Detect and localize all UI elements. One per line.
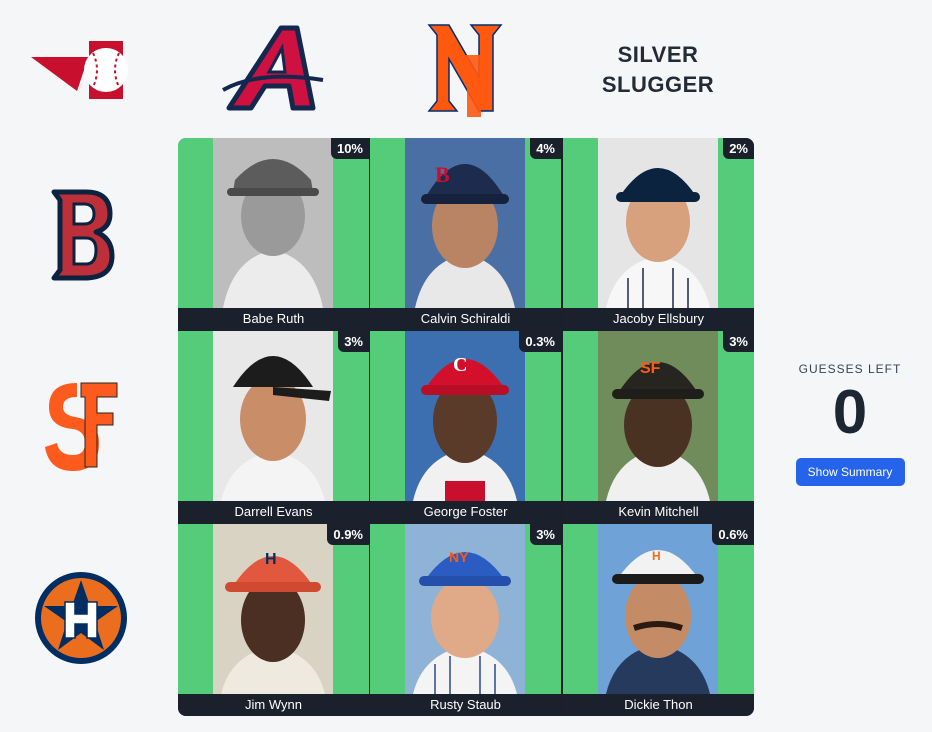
player-photo <box>213 138 333 308</box>
giants-sf-logo-icon <box>45 382 118 471</box>
guesses-panel: GUESSES LEFT 0 Show Summary <box>790 362 910 486</box>
rarity-badge: 3% <box>723 331 754 352</box>
rarity-badge: 2% <box>723 138 754 159</box>
player-name: Calvin Schiraldi <box>370 308 561 330</box>
column-header-mets <box>370 6 562 134</box>
rarity-badge: 3% <box>338 331 369 352</box>
rarity-badge: 3% <box>530 524 561 545</box>
row-header-giants <box>0 330 162 522</box>
astros-h-logo-icon <box>35 572 127 664</box>
rarity-badge: 4% <box>530 138 561 159</box>
svg-text:B: B <box>435 162 450 187</box>
grid-cell-r1-c1[interactable]: 10% Babe Ruth <box>178 138 369 330</box>
guesses-left-label: GUESSES LEFT <box>798 362 902 376</box>
grid-cell-r3-c2[interactable]: NY 3% Rusty Staub <box>370 524 561 716</box>
svg-text:C: C <box>453 354 467 376</box>
red-sox-b-logo-icon <box>51 189 115 281</box>
show-summary-button[interactable]: Show Summary <box>795 458 905 486</box>
column-header-silver-slugger: SILVER SLUGGER <box>562 6 754 134</box>
grid-cell-r1-c2[interactable]: B 4% Calvin Schiraldi <box>370 138 561 330</box>
column-header-braves <box>178 6 370 134</box>
player-name: Babe Ruth <box>178 308 369 330</box>
grid-cell-r2-c1[interactable]: 3% Darrell Evans <box>178 331 369 523</box>
reds-old-logo-icon <box>31 41 128 99</box>
player-photo <box>598 138 718 308</box>
svg-text:H: H <box>265 551 277 568</box>
grid-cell-r3-c3[interactable]: H 0.6% Dickie Thon <box>563 524 754 716</box>
svg-text:SF: SF <box>640 360 661 377</box>
player-name: Rusty Staub <box>370 694 561 716</box>
player-photo <box>213 331 333 501</box>
grid-cell-r1-c3[interactable]: 2% Jacoby Ellsbury <box>563 138 754 330</box>
svg-text:NY: NY <box>449 549 469 565</box>
player-photo: H <box>213 524 333 694</box>
grid-cell-r2-c2[interactable]: C 0.3% George Foster <box>370 331 561 523</box>
column-header-reds <box>0 6 162 134</box>
player-photo: SF <box>598 331 718 501</box>
braves-a-logo-icon <box>222 25 324 111</box>
immaculate-grid: 10% Babe Ruth B 4% Calvin Schiraldi 2% J… <box>178 138 754 716</box>
svg-text:H: H <box>652 549 661 563</box>
guesses-left-count: 0 <box>832 378 868 447</box>
player-name: Jacoby Ellsbury <box>563 308 754 330</box>
player-photo: H <box>598 524 718 694</box>
player-photo: C <box>405 331 525 501</box>
grid-cell-r2-c3[interactable]: SF 3% Kevin Mitchell <box>563 331 754 523</box>
row-header-red-sox <box>0 138 162 330</box>
rarity-badge: 0.3% <box>519 331 561 352</box>
mets-ny-logo-icon <box>427 24 503 117</box>
rarity-badge: 10% <box>330 138 369 159</box>
player-photo: NY <box>405 524 525 694</box>
player-name: Darrell Evans <box>178 501 369 523</box>
rarity-badge: 0.6% <box>712 524 754 545</box>
player-name: Kevin Mitchell <box>563 501 754 523</box>
criteria-silver-slugger: SILVER SLUGGER <box>601 42 715 97</box>
row-header-astros <box>0 522 162 714</box>
player-photo: B <box>405 138 525 308</box>
player-name: Jim Wynn <box>178 694 369 716</box>
player-name: Dickie Thon <box>563 694 754 716</box>
grid-cell-r3-c1[interactable]: H 0.9% Jim Wynn <box>178 524 369 716</box>
player-name: George Foster <box>370 501 561 523</box>
rarity-badge: 0.9% <box>327 524 369 545</box>
